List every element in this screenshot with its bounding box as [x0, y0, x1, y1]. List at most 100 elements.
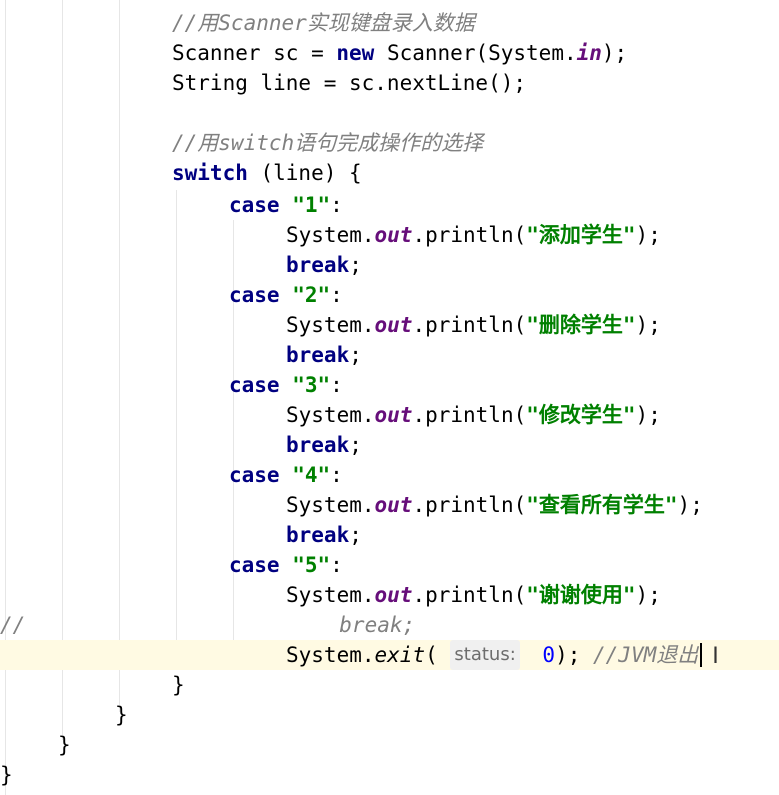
- code-token: System.: [286, 643, 375, 667]
- code-comment: break;: [314, 613, 416, 637]
- code-token: out: [374, 583, 413, 607]
- code-token: in: [576, 41, 602, 65]
- code-token: .println(: [412, 493, 527, 517]
- code-token: :: [330, 373, 343, 397]
- code-comment: //用Scanner实现键盘录入数据: [172, 11, 475, 35]
- code-token: "查看所有学生": [526, 493, 678, 517]
- code-line-close-class[interactable]: }: [0, 760, 779, 790]
- code-line-switch-head[interactable]: switch (line) {: [0, 158, 779, 188]
- code-token: :: [330, 283, 343, 307]
- code-token: Scanner(System.: [374, 41, 577, 65]
- code-token: System.: [286, 223, 375, 247]
- code-line-break-2[interactable]: break;: [0, 340, 779, 370]
- code-token: System.: [286, 313, 375, 337]
- code-token: ;: [349, 343, 362, 367]
- code-line-case-4[interactable]: case "4":: [0, 460, 779, 490]
- code-line-comment-scanner[interactable]: //用Scanner实现键盘录入数据: [0, 8, 779, 38]
- code-token: "2": [292, 283, 331, 307]
- code-token: .println(: [412, 313, 527, 337]
- code-token: System.: [286, 403, 375, 427]
- code-token: );: [677, 493, 703, 517]
- parameter-hint: status:: [450, 640, 520, 670]
- code-line-break-4[interactable]: break;: [0, 520, 779, 550]
- code-token: "删除学生": [526, 313, 636, 337]
- code-token: case: [229, 553, 280, 577]
- code-token: "1": [292, 193, 331, 217]
- code-token: out: [374, 223, 413, 247]
- code-line-line-decl[interactable]: String line = sc.nextLine();: [0, 68, 779, 98]
- code-token: :: [330, 463, 343, 487]
- code-token: System.: [286, 583, 375, 607]
- code-token: out: [374, 403, 413, 427]
- code-token: "修改学生": [526, 403, 636, 427]
- text-caret: [700, 643, 703, 667]
- code-line-break-1[interactable]: break;: [0, 250, 779, 280]
- code-editor[interactable]: //用Scanner实现键盘录入数据 Scanner sc = new Scann…: [0, 0, 779, 795]
- code-line-comment-switch[interactable]: //用switch语句完成操作的选择: [0, 128, 779, 158]
- code-line-break-5-commented[interactable]: // break;: [0, 610, 779, 640]
- line-comment-marker: //: [0, 613, 26, 637]
- code-comment: //JVM退出: [593, 643, 699, 667]
- code-line-print-5[interactable]: System. out .println("谢谢使用");: [0, 580, 779, 610]
- code-line-scanner-decl[interactable]: Scanner sc = new Scanner(System. in);: [0, 38, 779, 68]
- code-token: out: [374, 313, 413, 337]
- code-line-case-5[interactable]: case "5":: [0, 550, 779, 580]
- code-line-print-1[interactable]: System. out .println("添加学生");: [0, 220, 779, 250]
- code-token: );: [635, 583, 661, 607]
- code-line-exit-call[interactable]: System. exit( status: 0); //JVM退出 I: [0, 640, 779, 670]
- code-token: System.: [286, 493, 375, 517]
- code-token: :: [330, 193, 343, 217]
- code-token: break: [286, 253, 350, 277]
- code-line-break-3[interactable]: break;: [0, 430, 779, 460]
- code-token: (: [425, 643, 451, 667]
- code-token: .println(: [412, 403, 527, 427]
- code-token: 0: [542, 643, 556, 667]
- code-token: out: [374, 493, 413, 517]
- code-token: "4": [292, 463, 331, 487]
- code-token: ;: [349, 433, 362, 457]
- code-token: "谢谢使用": [526, 583, 636, 607]
- code-token: String line = sc.nextLine();: [172, 71, 527, 95]
- code-token: case: [229, 373, 280, 397]
- code-line-blank[interactable]: [0, 98, 779, 128]
- code-token: "3": [292, 373, 331, 397]
- code-line-print-3[interactable]: System. out .println("修改学生");: [0, 400, 779, 430]
- code-token: ;: [349, 523, 362, 547]
- code-line-close-switch[interactable]: }: [0, 670, 779, 700]
- code-line-print-2[interactable]: System. out .println("删除学生");: [0, 310, 779, 340]
- code-token: ;: [349, 253, 362, 277]
- code-token: );: [635, 313, 661, 337]
- code-line-close-method[interactable]: }: [0, 730, 779, 760]
- code-token: "5": [292, 553, 331, 577]
- code-token: case: [229, 283, 280, 307]
- code-token: Scanner sc =: [172, 41, 337, 65]
- code-token: "添加学生": [526, 223, 636, 247]
- code-token: :: [330, 553, 343, 577]
- code-token: .println(: [412, 583, 527, 607]
- code-line-close-while[interactable]: }: [0, 700, 779, 730]
- code-token: exit: [374, 643, 426, 667]
- code-token: );: [601, 41, 628, 65]
- code-token: );: [635, 223, 661, 247]
- code-token: case: [229, 193, 280, 217]
- code-token: (line) {: [247, 161, 362, 185]
- code-token: break: [286, 343, 350, 367]
- code-token: );: [635, 403, 661, 427]
- code-token: break: [286, 433, 350, 457]
- text-cursor-icon: I: [712, 644, 719, 669]
- code-token: }: [115, 703, 128, 727]
- code-token: break: [286, 523, 350, 547]
- code-line-case-2[interactable]: case "2":: [0, 280, 779, 310]
- code-line-case-3[interactable]: case "3":: [0, 370, 779, 400]
- code-line-case-1[interactable]: case "1":: [0, 190, 779, 220]
- code-token: }: [0, 763, 13, 787]
- code-token: new: [336, 41, 375, 65]
- code-line-print-4[interactable]: System. out .println("查看所有学生");: [0, 490, 779, 520]
- code-token: );: [555, 643, 594, 667]
